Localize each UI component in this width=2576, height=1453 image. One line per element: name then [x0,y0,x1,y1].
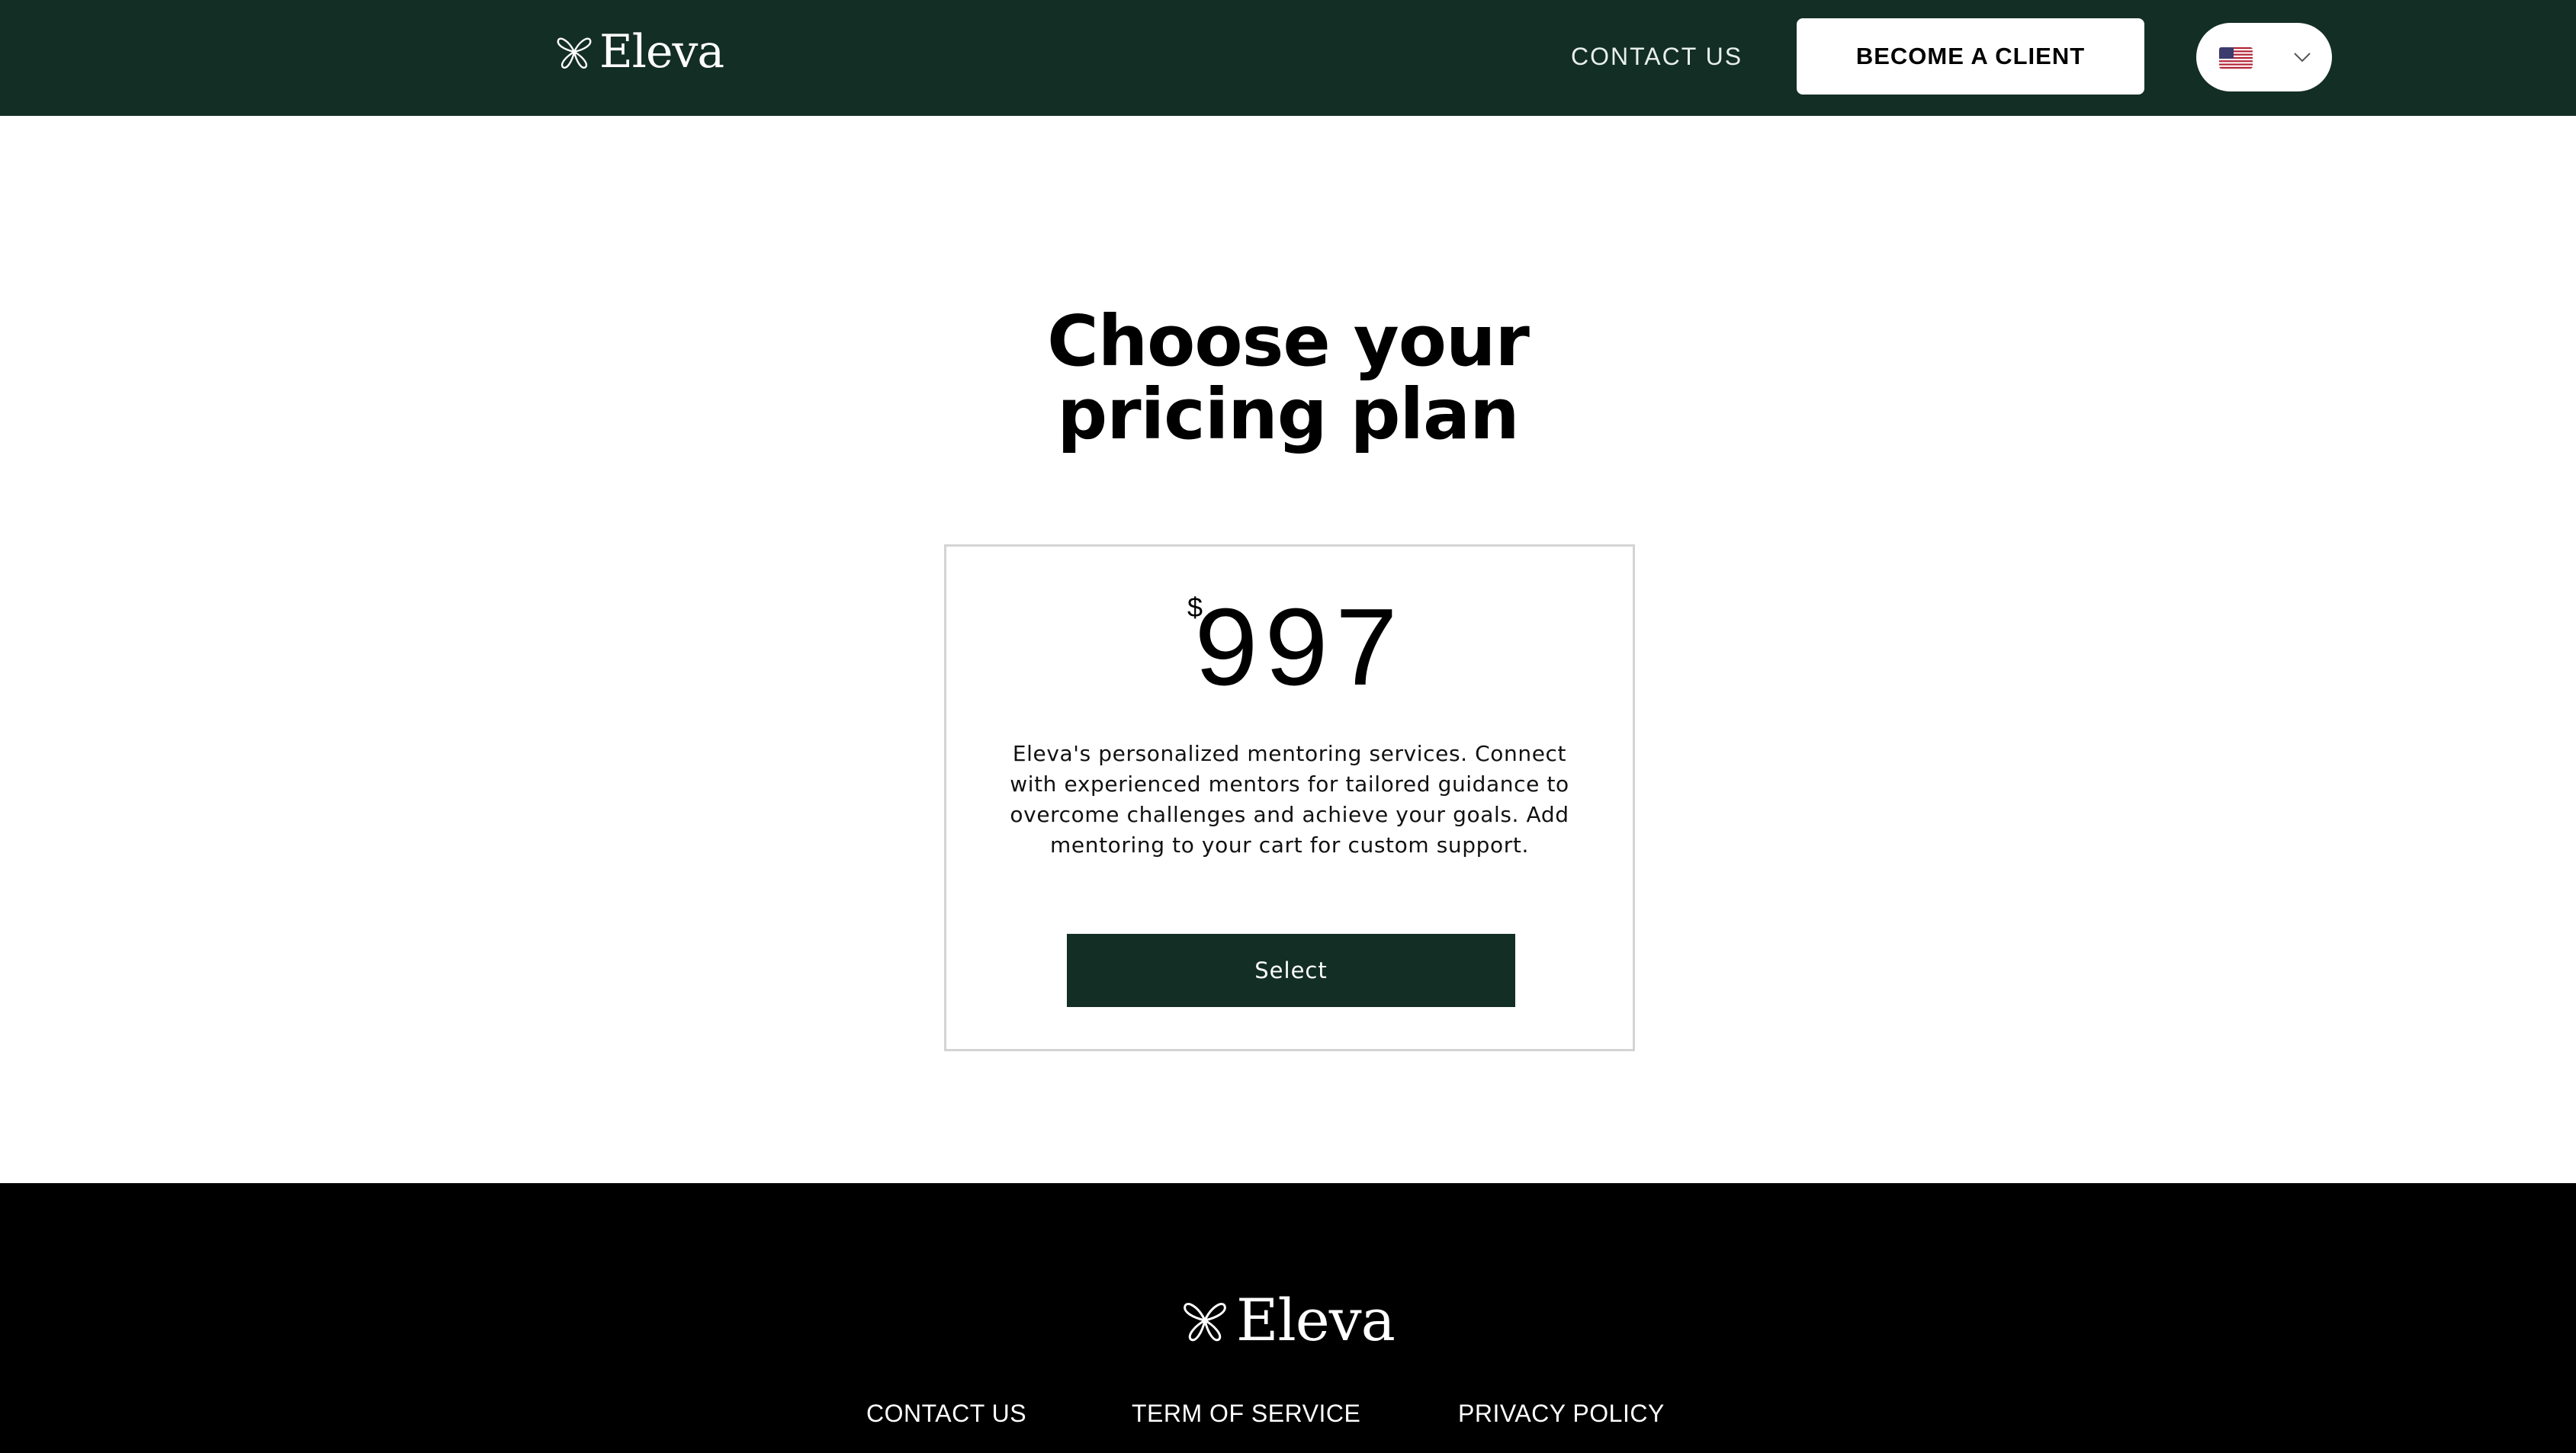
price-amount: 997 [1191,590,1403,720]
nav-contact-link[interactable]: CONTACT US [1571,43,1742,70]
header-logo-text: Eleva [599,25,724,79]
page-title-line-1: Choose your [1047,300,1530,382]
pricing-plan-card: $ 997 Eleva's personalized mentoring ser… [944,544,1635,1051]
footer-logo[interactable]: Eleva [0,1290,2576,1351]
butterfly-icon [557,37,592,69]
select-plan-button[interactable]: Select [1067,934,1515,1007]
plan-description: Eleva's personalized mentoring services.… [1010,741,1569,858]
footer-terms-link[interactable]: TERM OF SERVICE [1132,1400,1360,1427]
footer-privacy-link[interactable]: PRIVACY POLICY [1458,1400,1665,1427]
footer-contact-link[interactable]: CONTACT US [866,1400,1026,1427]
site-footer: Eleva CONTACT US TERM OF SERVICE PRIVACY… [0,1183,2576,1453]
header-logo[interactable]: Eleva [555,27,724,76]
footer-logo-text: Eleva [1235,1286,1396,1354]
butterfly-icon [1184,1303,1226,1342]
site-header: Eleva CONTACT US BECOME A CLIENT [0,0,2576,116]
become-client-button[interactable]: BECOME A CLIENT [1797,18,2144,95]
page-title-line-2: pricing plan [1057,374,1519,455]
page-title: Choose your pricing plan [0,305,2576,451]
chevron-down-icon [2294,53,2311,63]
language-selector[interactable] [2196,23,2332,91]
us-flag-icon [2219,47,2253,69]
